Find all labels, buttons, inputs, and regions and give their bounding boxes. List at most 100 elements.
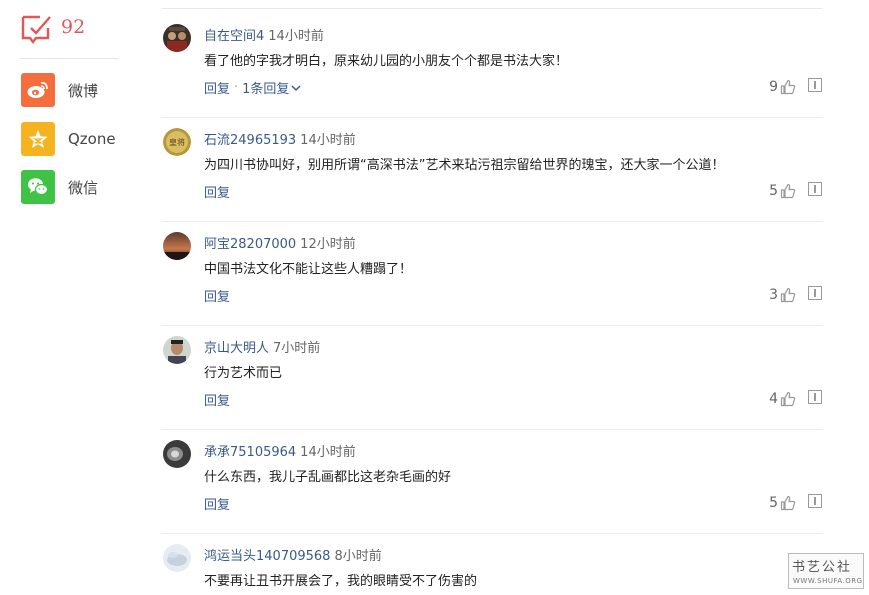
comment-text: 什么东西，我儿子乱画都比这老杂毛画的好 (204, 470, 452, 485)
comment-item: 承承75105964 14小时前 什么东西，我儿子乱画都比这老杂毛画的好 回复 5 (162, 430, 822, 534)
reply-button[interactable]: 回复 (204, 182, 230, 201)
comment-count-number: 92 (61, 16, 86, 38)
comment-item: 鸿运当头140709568 8小时前 不要再让丑书开展会了，我的眼睛受不了伤害的 (162, 534, 822, 595)
comment-item: 自在空间4 14小时前 看了他的字我才明白，原来幼儿园的小朋友个个都是书法大家！ … (162, 14, 822, 118)
comment-time: 7小时前 (273, 341, 321, 356)
comment-text: 不要再让丑书开展会了，我的眼睛受不了伤害的 (204, 574, 478, 589)
report-button[interactable] (808, 390, 822, 408)
reply-button[interactable]: 回复 (204, 286, 230, 305)
like-button[interactable]: 3 (769, 287, 796, 303)
like-button[interactable]: 5 (769, 495, 796, 511)
thumbs-up-icon (780, 183, 796, 199)
avatar[interactable]: 皇将 (163, 128, 191, 156)
comment-meta: 阿宝28207000 12小时前 (204, 233, 356, 252)
watermark-url: WWW.SHUFA.ORG (793, 577, 863, 585)
report-icon (808, 286, 822, 300)
comment-actions: 回复 (204, 182, 230, 201)
comment-text: 中国书法文化不能让这些人糟蹋了！ (204, 262, 413, 277)
comment-text: 看了他的字我才明白，原来幼儿园的小朋友个个都是书法大家！ (204, 54, 569, 69)
like-count: 5 (769, 183, 778, 199)
comment-meta: 鸿运当头140709568 8小时前 (204, 545, 382, 564)
comment-meta: 石流24965193 14小时前 (204, 129, 356, 148)
report-button[interactable] (808, 494, 822, 512)
comment-username[interactable]: 京山大明人 (204, 341, 269, 356)
show-replies-button[interactable]: 1条回复 (242, 78, 301, 97)
comment-time: 14小时前 (268, 29, 324, 44)
chevron-down-icon (291, 84, 301, 91)
wechat-icon (21, 170, 55, 204)
comment-meta: 自在空间4 14小时前 (204, 25, 324, 44)
share-weibo-label: 微博 (68, 81, 99, 100)
comment-item: 皇将 石流24965193 14小时前 为四川书协叫好，别用所谓“高深书法”艺术来… (162, 118, 822, 222)
like-button[interactable]: 5 (769, 183, 796, 199)
qzone-star-icon (21, 122, 55, 156)
like-button[interactable]: 4 (769, 391, 796, 407)
avatar[interactable] (163, 232, 191, 260)
report-icon (808, 390, 822, 404)
comment-time: 14小时前 (300, 133, 356, 148)
share-sidebar: 92 微博 Qzone 微信 (0, 0, 140, 595)
like-button[interactable]: 9 (769, 79, 796, 95)
comment-time: 8小时前 (334, 549, 382, 564)
reply-button[interactable]: 回复 (204, 494, 230, 513)
thumbs-up-icon (780, 79, 796, 95)
list-top-divider (162, 8, 822, 9)
comment-votes: 3 (769, 286, 822, 304)
comment-actions: 回复 (204, 390, 230, 409)
share-weibo-button[interactable]: 微博 (21, 73, 98, 107)
avatar[interactable] (163, 440, 191, 468)
sidebar-divider (20, 58, 118, 59)
comment-username[interactable]: 石流24965193 (204, 133, 296, 148)
like-count: 9 (769, 79, 778, 95)
comment-votes: 4 (769, 390, 822, 408)
share-wechat-button[interactable]: 微信 (21, 170, 98, 204)
avatar[interactable] (163, 336, 191, 364)
thumbs-up-icon (780, 495, 796, 511)
action-separator: · (234, 80, 239, 95)
comment-item: 京山大明人 7小时前 行为艺术而已 回复 4 (162, 326, 822, 430)
comment-time: 12小时前 (300, 237, 356, 252)
report-button[interactable] (808, 182, 822, 200)
like-count: 3 (769, 287, 778, 303)
avatar-text: 皇将 (169, 137, 185, 147)
show-replies-label: 1条回复 (242, 82, 290, 97)
avatar[interactable] (163, 24, 191, 52)
comment-meta: 京山大明人 7小时前 (204, 337, 320, 356)
comment-text: 行为艺术而已 (204, 366, 283, 381)
report-button[interactable] (808, 78, 822, 96)
like-count: 5 (769, 495, 778, 511)
comment-username[interactable]: 鸿运当头140709568 (204, 549, 330, 564)
share-wechat-label: 微信 (68, 178, 99, 197)
site-watermark: 书艺公社 WWW.SHUFA.ORG (788, 553, 864, 589)
comment-list: 自在空间4 14小时前 看了他的字我才明白，原来幼儿园的小朋友个个都是书法大家！ … (162, 0, 822, 595)
report-icon (808, 494, 822, 508)
comment-actions: 回复 · 1条回复 (204, 78, 301, 97)
reply-button[interactable]: 回复 (204, 78, 230, 97)
report-button[interactable] (808, 286, 822, 304)
report-icon (808, 182, 822, 196)
thumbs-up-icon (780, 287, 796, 303)
watermark-title: 书艺公社 (792, 560, 853, 575)
avatar[interactable] (163, 544, 191, 572)
report-icon (808, 78, 822, 92)
thumbs-up-icon (780, 391, 796, 407)
comment-votes: 5 (769, 182, 822, 200)
comment-actions: 回复 (204, 286, 230, 305)
comment-username[interactable]: 承承75105964 (204, 445, 296, 460)
comment-meta: 承承75105964 14小时前 (204, 441, 356, 460)
comment-count-button[interactable]: 92 (20, 13, 85, 45)
comment-actions: 回复 (204, 494, 230, 513)
like-count: 4 (769, 391, 778, 407)
comment-text: 为四川书协叫好，别用所谓“高深书法”艺术来玷污祖宗留给世界的瑰宝，还大家一个公道… (204, 158, 725, 173)
comment-icon (21, 15, 51, 44)
comment-item: 阿宝28207000 12小时前 中国书法文化不能让这些人糟蹋了！ 回复 3 (162, 222, 822, 326)
comment-votes: 5 (769, 494, 822, 512)
comment-username[interactable]: 自在空间4 (204, 29, 264, 44)
comment-username[interactable]: 阿宝28207000 (204, 237, 296, 252)
comment-time: 14小时前 (300, 445, 356, 460)
comment-votes: 9 (769, 78, 822, 96)
share-qzone-button[interactable]: Qzone (21, 122, 116, 156)
share-qzone-label: Qzone (68, 130, 116, 148)
weibo-icon (21, 73, 55, 107)
reply-button[interactable]: 回复 (204, 390, 230, 409)
